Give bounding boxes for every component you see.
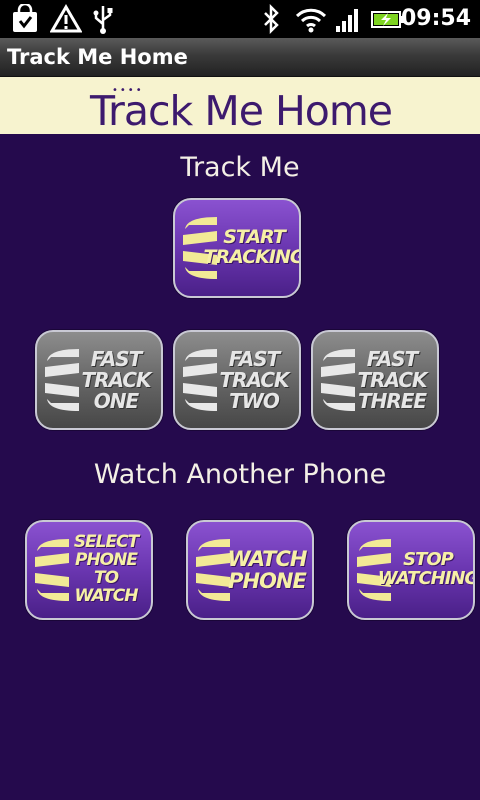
signal-icon (334, 4, 362, 34)
usb-icon (90, 4, 116, 34)
fast-track-two-button[interactable]: FAST TRACK TWO (173, 330, 301, 430)
fast-track-three-button[interactable]: FAST TRACK THREE (311, 330, 439, 430)
logo-banner: •••• Track Me Home (0, 77, 480, 134)
stop-watching-label: STOP WATCHING (377, 549, 475, 589)
wifi-icon (294, 4, 328, 34)
watch-phone-button[interactable]: WATCH PHONE (186, 520, 314, 620)
warning-icon (50, 4, 82, 34)
track-me-heading: Track Me (180, 152, 300, 183)
fast-track-one-label: FAST TRACK ONE (81, 346, 151, 413)
app-title: Track Me Home (7, 45, 188, 69)
fast-track-one-button[interactable]: FAST TRACK ONE (35, 330, 163, 430)
select-phone-to-watch-button[interactable]: SELECT PHONE TO WATCH (25, 520, 153, 620)
status-bar: 09:54 (0, 0, 480, 38)
watch-phone-label: WATCH PHONE (227, 546, 308, 593)
start-tracking-label: START TRACKING (203, 226, 301, 268)
bluetooth-icon (260, 4, 282, 34)
watch-another-phone-heading: Watch Another Phone (93, 459, 387, 490)
fast-track-two-label: FAST TRACK TWO (219, 346, 289, 413)
stop-watching-button[interactable]: STOP WATCHING (347, 520, 475, 620)
fast-track-three-label: FAST TRACK THREE (357, 346, 427, 413)
status-time: 09:54 (400, 6, 471, 31)
shopping-bag-icon (10, 4, 40, 34)
app-logo: Track Me Home (90, 87, 393, 135)
start-tracking-button[interactable]: START TRACKING (173, 198, 301, 298)
title-bar: Track Me Home (0, 38, 480, 77)
select-phone-to-watch-label: SELECT PHONE TO WATCH (73, 532, 139, 606)
